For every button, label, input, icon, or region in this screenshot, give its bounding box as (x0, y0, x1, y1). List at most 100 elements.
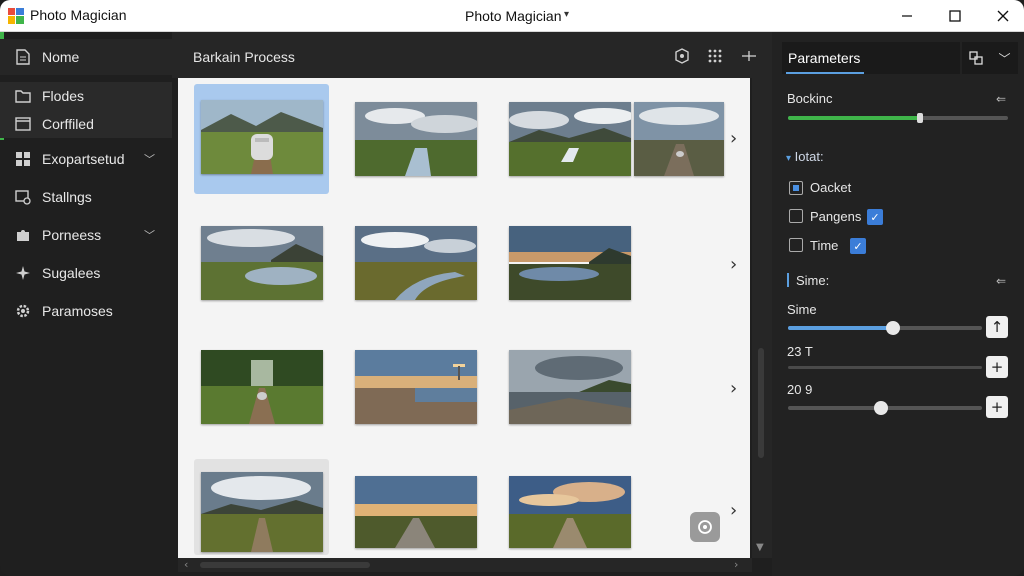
sidebar-item-label: Nome (42, 49, 80, 65)
photo-thumbnail[interactable] (509, 350, 631, 424)
sidebar-item-sugalees[interactable]: Sugalees (0, 255, 172, 291)
checkbox-label: Oacket (810, 180, 852, 195)
photo-thumbnail[interactable] (201, 472, 323, 552)
sidebar-item-label: Stallngs (42, 189, 92, 205)
sidebar-item-stallngs[interactable]: Stallngs (0, 179, 172, 215)
slider-label: 23 T (787, 344, 813, 359)
sidebar-item-label: Paramoses (42, 303, 113, 319)
panel-options-button[interactable]: ﹀ (962, 42, 1018, 74)
chevron-down-icon[interactable]: ﹀ (144, 227, 155, 243)
slider-fill (788, 326, 893, 330)
photo-thumbnail[interactable] (201, 100, 323, 174)
photo-gallery: › › › › (178, 78, 750, 558)
window-title[interactable]: Photo Magician (465, 8, 562, 24)
checkmark-icon[interactable]: ✓ (850, 238, 866, 254)
scroll-left-arrow[interactable]: ‹ (184, 558, 188, 571)
folder-icon (14, 87, 32, 105)
checkbox-pangens[interactable] (789, 209, 803, 223)
scroll-right-arrow[interactable]: › (734, 558, 738, 571)
close-button[interactable] (980, 0, 1024, 32)
tab-underline (786, 72, 864, 74)
sime-label: Sime (787, 302, 817, 317)
row-next-arrow[interactable]: › (730, 254, 737, 275)
photo-thumbnail[interactable] (355, 476, 477, 548)
sime-header: Sime: (796, 273, 830, 288)
sime-slider[interactable] (788, 321, 982, 335)
chevron-down-icon[interactable]: ▾ (564, 9, 569, 20)
slider-3[interactable] (788, 401, 982, 415)
scroll-down-arrow[interactable]: ▼ (756, 542, 764, 553)
add-button[interactable]: + (986, 396, 1008, 418)
puzzle-icon (14, 226, 32, 244)
section-header[interactable]: ▾ Iotat: (786, 149, 824, 164)
photo-magician-window: Photo Magician Photo Magician ▾ Nome Flo… (0, 0, 1024, 576)
gear-icon (14, 302, 32, 320)
photo-thumbnail[interactable] (509, 226, 631, 300)
ai-action-button[interactable] (690, 512, 720, 542)
sidebar: Nome Flodes Corffiled Exopartsetud ﹀ Sta… (0, 32, 172, 576)
chevron-down-icon[interactable]: ﹀ (144, 151, 155, 167)
slider-2[interactable] (788, 366, 982, 369)
sidebar-item-corffiled[interactable]: Corffiled (0, 110, 172, 138)
sidebar-item-porneess[interactable]: Porneess ﹀ (0, 217, 172, 253)
sidebar-item-label: Exopartsetud (42, 151, 125, 167)
sidebar-item-label: Sugalees (42, 265, 101, 281)
app-name: Photo Magician (30, 7, 127, 23)
row-next-arrow[interactable]: › (730, 128, 737, 149)
minimize-icon (902, 15, 912, 17)
sidebar-item-label: Flodes (42, 88, 85, 104)
sparkle-icon (14, 264, 32, 282)
row-next-arrow[interactable]: › (730, 500, 737, 521)
photo-thumbnail[interactable] (201, 350, 323, 424)
slider-label: 20 9 (787, 382, 813, 397)
checkmark-icon[interactable]: ✓ (867, 209, 883, 225)
sidebar-item-label: Corffiled (42, 116, 94, 132)
tab-parameters[interactable]: Parameters (782, 42, 960, 74)
grid-dots-icon[interactable] (704, 45, 726, 67)
photo-thumbnail[interactable] (355, 226, 477, 300)
sidebar-item-flodes[interactable]: Flodes (0, 82, 172, 110)
content-header: Barkain Process (172, 32, 772, 78)
document-icon (14, 48, 32, 66)
maximize-button[interactable] (932, 0, 978, 32)
increment-button[interactable]: ↑ (986, 316, 1008, 338)
app-logo-icon (8, 8, 24, 24)
minimize-button[interactable] (884, 0, 930, 32)
add-button[interactable]: + (986, 356, 1008, 378)
scrollbar-thumb[interactable] (758, 348, 764, 458)
reset-icon[interactable]: ⇐ (996, 92, 1006, 106)
sidebar-item-paramoses[interactable]: Paramoses (0, 293, 172, 329)
sidebar-item-label: Porneess (42, 227, 102, 243)
sidebar-item-exopartsetud[interactable]: Exopartsetud ﹀ (0, 141, 172, 177)
photo-thumbnail[interactable] (509, 102, 631, 176)
chevron-down-icon: ▾ (786, 153, 792, 164)
vertical-scrollbar[interactable]: ▼ (752, 78, 772, 558)
image-settings-icon (14, 188, 32, 206)
badge-icon[interactable] (671, 45, 693, 67)
reset-icon[interactable]: ⇐ (996, 274, 1006, 288)
slider-handle[interactable] (917, 113, 923, 123)
checkbox-label: Time (810, 238, 839, 253)
checkbox-oacket[interactable] (789, 181, 803, 195)
photo-thumbnail[interactable] (201, 226, 323, 300)
sidebar-item-home[interactable]: Nome (0, 39, 172, 75)
scrollbar-thumb[interactable] (200, 562, 370, 568)
horizontal-scrollbar[interactable]: ‹ › (178, 558, 752, 572)
crosshair-icon[interactable] (738, 45, 760, 67)
row-next-arrow[interactable]: › (730, 378, 737, 399)
slider-handle[interactable] (874, 401, 888, 415)
parameters-panel: Parameters ﹀ Bockinc ⇐ ▾ Iotat: Oacket P… (772, 32, 1024, 576)
photo-thumbnail[interactable] (634, 102, 724, 176)
slider-handle[interactable] (886, 321, 900, 335)
checkbox-time[interactable] (789, 238, 803, 252)
photo-thumbnail[interactable] (355, 350, 477, 424)
grid-icon (14, 150, 32, 168)
photo-thumbnail[interactable] (509, 476, 631, 548)
backing-label: Bockinc (787, 91, 833, 106)
checkbox-label: Pangens (810, 209, 862, 224)
spark-icon (698, 520, 712, 534)
photo-thumbnail[interactable] (355, 102, 477, 176)
backing-slider[interactable] (788, 113, 1008, 123)
close-icon (997, 10, 1009, 22)
tab-label: Parameters (788, 50, 861, 66)
